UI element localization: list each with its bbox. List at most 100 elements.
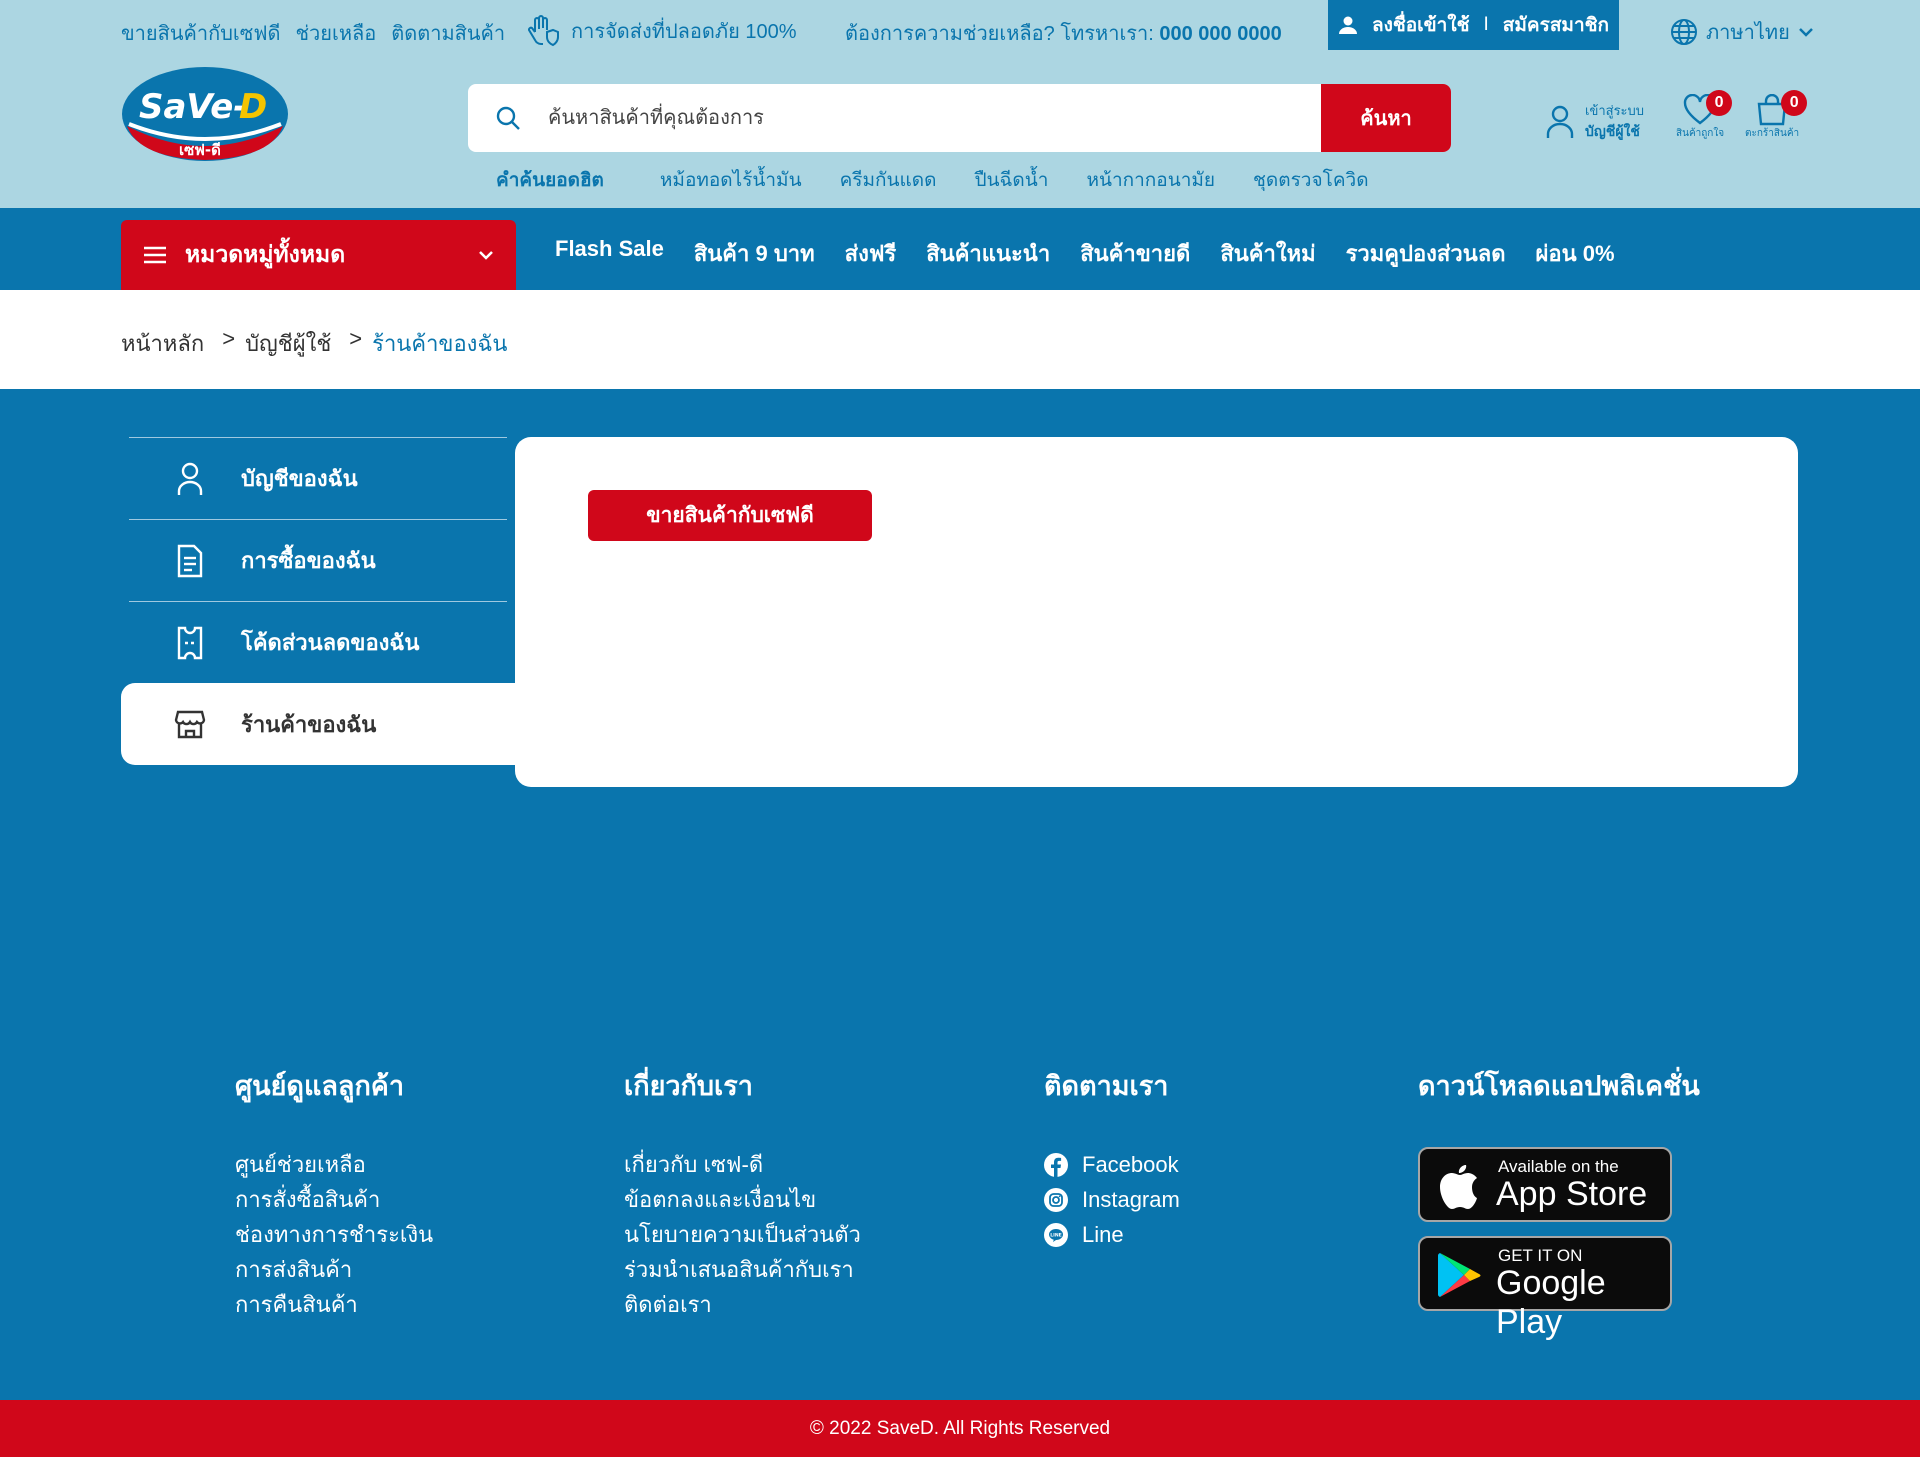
footer-support-title: ศูนย์ดูแลลูกค้า <box>235 1071 405 1101</box>
wishlist-button[interactable]: สินค้าถูกใจ 0 <box>1676 90 1733 141</box>
sidebar-item-my-store[interactable]: ร้านค้าของฉัน <box>121 683 516 765</box>
footer-follow-title: ติดตามเรา <box>1044 1071 1169 1101</box>
search-button[interactable]: ค้นหา <box>1321 84 1451 152</box>
popular-keyword[interactable]: ปืนฉีดน้ำ <box>974 165 1048 195</box>
google-play-line2: Google Play <box>1496 1264 1606 1341</box>
footer-link[interactable]: ศูนย์ช่วยเหลือ <box>235 1147 433 1182</box>
help-text: ต้องการความช่วยเหลือ? โทรหาเรา: <box>845 23 1154 45</box>
breadcrumb-separator: > <box>349 326 363 351</box>
account-line1: เข้าสู่ระบบ <box>1585 103 1645 118</box>
line-link[interactable]: LINE Line <box>1044 1217 1180 1252</box>
register-link[interactable]: สมัครสมาชิก <box>1503 10 1609 40</box>
google-play-badge[interactable]: GET IT ON Google Play <box>1418 1236 1672 1341</box>
footer-follow: ติดตามเรา Facebook Instagram LINE Line <box>1044 1064 1180 1252</box>
nav-new-products[interactable]: สินค้าใหม่ <box>1220 236 1315 271</box>
safe-delivery: การจัดส่งที่ปลอดภัย 100% <box>527 14 797 48</box>
nav-links: Flash Sale สินค้า 9 บาท ส่งฟรี สินค้าแนะ… <box>555 236 1615 271</box>
google-play-line1: GET IT ON <box>1498 1246 1583 1265</box>
sidebar-item-my-purchases[interactable]: การซื้อของฉัน <box>129 519 507 601</box>
cart-button[interactable]: ตะกร้าสินค้า 0 <box>1745 90 1808 141</box>
footer-link[interactable]: การส่งสินค้า <box>235 1252 433 1287</box>
google-play-icon <box>1438 1253 1481 1297</box>
footer-link[interactable]: ช่องทางการชำระเงิน <box>235 1217 433 1252</box>
footer-link[interactable]: ข้อตกลงและเงื่อนไข <box>624 1182 861 1217</box>
login-link[interactable]: ลงชื่อเข้าใช้ <box>1372 10 1470 40</box>
globe-icon <box>1671 19 1697 45</box>
help-link[interactable]: ช่วยเหลือ <box>295 17 376 49</box>
top-header: ขายสินค้ากับเซฟดี ช่วยเหลือ ติดตามสินค้า… <box>0 0 1920 208</box>
footer-link[interactable]: ติดต่อเรา <box>624 1287 861 1322</box>
user-icon <box>163 462 217 496</box>
wishlist-count-badge: 0 <box>1706 90 1733 116</box>
sidebar-item-label: บัญชีของฉัน <box>241 466 358 491</box>
footer-link-label: Facebook <box>1082 1152 1179 1177</box>
search-icon <box>468 84 548 152</box>
app-store-badge[interactable]: Available on the App Store <box>1418 1147 1672 1222</box>
popular-keyword[interactable]: หม้อทอดไร้น้ำมัน <box>660 165 802 195</box>
app-store-line2: App Store <box>1496 1175 1648 1213</box>
footer-link[interactable]: นโยบายความเป็นส่วนตัว <box>624 1217 861 1252</box>
instagram-link[interactable]: Instagram <box>1044 1182 1180 1217</box>
chevron-down-icon <box>479 251 493 260</box>
my-store-panel: ขายสินค้ากับเซฟดี <box>515 437 1798 787</box>
sidebar-item-label: ร้านค้าของฉัน <box>241 711 377 737</box>
copyright-text: © 2022 SaveD. All Rights Reserved <box>809 1417 1111 1439</box>
language-selector[interactable]: ภาษาไทย <box>1670 16 1814 48</box>
sidebar-item-my-account[interactable]: บัญชีของฉัน <box>129 437 507 519</box>
nav-9-baht[interactable]: สินค้า 9 บาท <box>694 236 815 271</box>
footer-link[interactable]: การคืนสินค้า <box>235 1287 433 1322</box>
nav-free-shipping[interactable]: ส่งฟรี <box>845 236 897 271</box>
popular-keyword[interactable]: หน้ากากอนามัย <box>1086 165 1215 195</box>
apple-icon <box>1440 1165 1477 1209</box>
user-icon <box>1338 16 1357 34</box>
footer-about-title: เกี่ยวกับเรา <box>624 1071 753 1101</box>
breadcrumb: หน้าหลัก > บัญชีผู้ใช้ > ร้านค้าของฉัน <box>121 326 507 361</box>
footer-link[interactable]: เกี่ยวกับ เซฟ-ดี <box>624 1147 861 1182</box>
search-bar: ค้นหา <box>468 84 1451 152</box>
nav-flash-sale[interactable]: Flash Sale <box>555 236 664 271</box>
instagram-icon <box>1044 1187 1068 1212</box>
all-categories-button[interactable]: หมวดหมู่ทั้งหมด <box>121 220 516 290</box>
popular-keyword[interactable]: ครีมกันแดด <box>840 165 937 195</box>
nav-recommended[interactable]: สินค้าแนะนำ <box>926 236 1050 271</box>
help-phone[interactable]: 000 000 0000 <box>1159 23 1281 45</box>
breadcrumb-home[interactable]: หน้าหลัก <box>121 326 204 361</box>
sell-with-us-link[interactable]: ขายสินค้ากับเซฟดี <box>121 17 280 49</box>
footer-link[interactable]: การสั่งซื้อสินค้า <box>235 1182 433 1217</box>
facebook-icon <box>1044 1152 1068 1177</box>
top-links: ขายสินค้ากับเซฟดี ช่วยเหลือ ติดตามสินค้า <box>121 17 505 49</box>
app-store-line1: Available on the <box>1498 1157 1619 1176</box>
sidebar-item-my-coupons[interactable]: โค้ดส่วนลดของฉัน <box>129 601 507 683</box>
account-line2: บัญชีผู้ใช้ <box>1585 123 1640 139</box>
nav-best-sellers[interactable]: สินค้าขายดี <box>1080 236 1190 271</box>
sell-with-saved-button[interactable]: ขายสินค้ากับเซฟดี <box>588 490 872 541</box>
popular-keyword[interactable]: ชุดตรวจโควิด <box>1253 165 1369 195</box>
facebook-link[interactable]: Facebook <box>1044 1147 1180 1182</box>
user-icon <box>1546 105 1574 138</box>
track-order-link[interactable]: ติดตามสินค้า <box>391 17 505 49</box>
hamburger-icon <box>144 246 166 264</box>
store-icon <box>163 708 217 740</box>
copyright-bar: © 2022 SaveD. All Rights Reserved <box>0 1400 1920 1457</box>
breadcrumb-separator: > <box>222 326 236 351</box>
cart-count-badge: 0 <box>1781 90 1808 116</box>
line-icon: LINE <box>1044 1222 1068 1247</box>
popular-searches-label: คำค้นยอดฮิต <box>496 170 604 191</box>
breadcrumb-account[interactable]: บัญชีผู้ใช้ <box>245 326 331 361</box>
footer-download-title: ดาวน์โหลดแอปพลิเคชั่น <box>1418 1071 1700 1101</box>
safe-delivery-text: การจัดส่งที่ปลอดภัย 100% <box>571 21 797 43</box>
svg-text:D: D <box>239 87 267 127</box>
footer-download: ดาวน์โหลดแอปพลิเคชั่น Available on the A… <box>1418 1064 1700 1341</box>
search-input[interactable] <box>548 84 1321 152</box>
site-logo[interactable]: SaVe- D เซฟ-ดี <box>121 66 289 162</box>
svg-text:เซฟ-ดี: เซฟ-ดี <box>179 141 221 159</box>
account-link[interactable]: เข้าสู่ระบบ บัญชีผู้ใช้ <box>1545 100 1644 143</box>
sidebar-item-label: การซื้อของฉัน <box>241 548 376 573</box>
breadcrumb-bar: หน้าหลัก > บัญชีผู้ใช้ > ร้านค้าของฉัน <box>0 290 1920 389</box>
sidebar-item-label: โค้ดส่วนลดของฉัน <box>241 630 420 655</box>
footer-about: เกี่ยวกับเรา เกี่ยวกับ เซฟ-ดี ข้อตกลงและ… <box>624 1064 861 1322</box>
nav-installment[interactable]: ผ่อน 0% <box>1536 236 1615 271</box>
nav-coupons[interactable]: รวมคูปองส่วนลด <box>1346 236 1506 271</box>
svg-text:SaVe-: SaVe- <box>139 87 247 127</box>
footer-link[interactable]: ร่วมนำเสนอสินค้ากับเรา <box>624 1252 861 1287</box>
